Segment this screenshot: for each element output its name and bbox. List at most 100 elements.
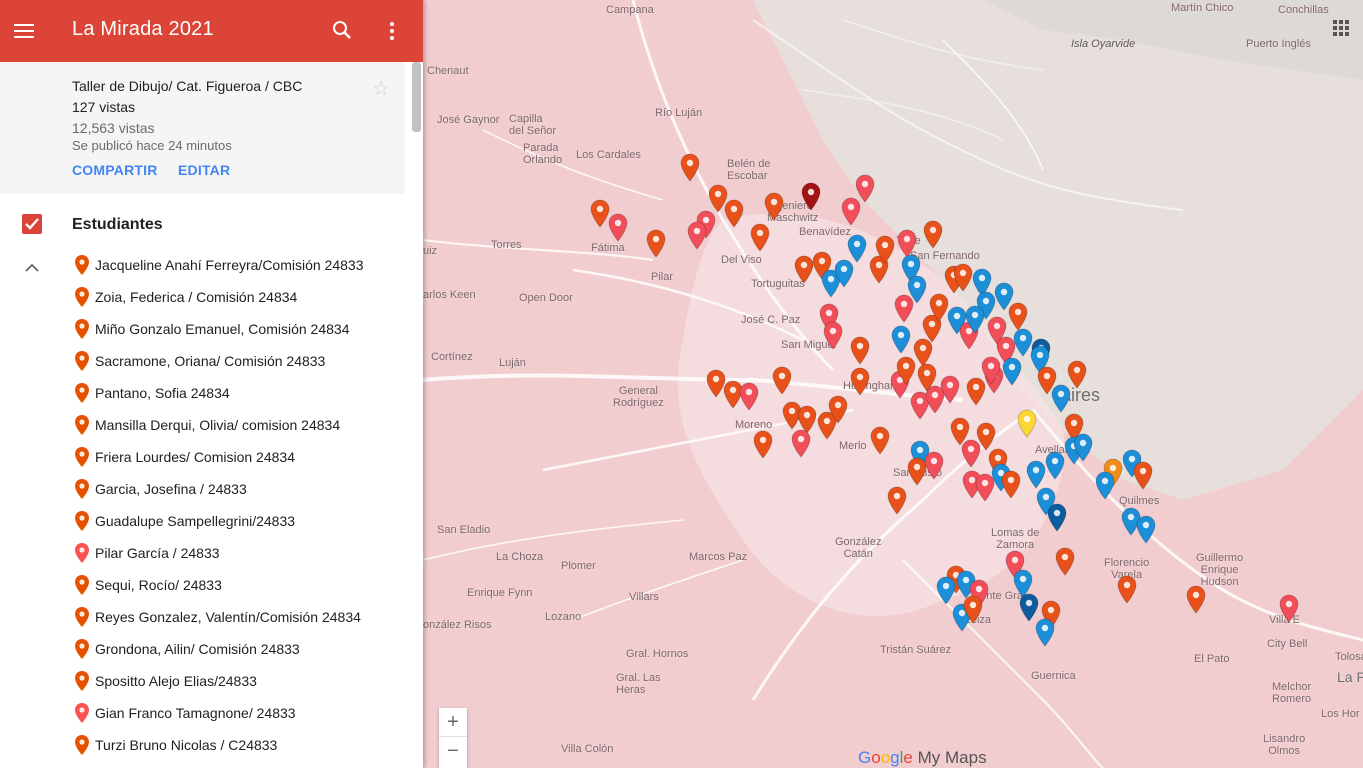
map-marker-icon[interactable]: [794, 255, 814, 284]
more-options-icon[interactable]: [388, 20, 396, 40]
map-marker-icon[interactable]: [1279, 594, 1299, 623]
map-marker-icon[interactable]: [1117, 575, 1137, 604]
list-item-label: Friera Lourdes/ Comision 24834: [95, 449, 295, 465]
map-marker-icon[interactable]: [953, 263, 973, 292]
map-marker-icon[interactable]: [791, 429, 811, 458]
map-marker-icon[interactable]: [891, 325, 911, 354]
map-marker-icon[interactable]: [801, 182, 821, 211]
map-marker-icon[interactable]: [739, 382, 759, 411]
map-marker-icon[interactable]: [850, 336, 870, 365]
google-my-maps-logo: Google My Maps: [858, 748, 987, 767]
list-item[interactable]: Pantano, Sofia 24834: [0, 377, 405, 409]
map-marker-icon[interactable]: [896, 356, 916, 385]
menu-icon[interactable]: [14, 21, 34, 41]
list-item-label: Mansilla Derqui, Olivia/ comision 24834: [95, 417, 341, 433]
map-marker-icon[interactable]: [753, 430, 773, 459]
list-item[interactable]: Pilar García / 24833: [0, 537, 405, 569]
list-item[interactable]: Turzi Bruno Nicolas / C24833: [0, 729, 405, 761]
search-icon[interactable]: [332, 20, 352, 40]
list-item[interactable]: Garcia, Josefina / 24833: [0, 473, 405, 505]
map-marker-icon[interactable]: [590, 199, 610, 228]
map-marker-icon[interactable]: [608, 213, 628, 242]
map-marker-icon[interactable]: [981, 356, 1001, 385]
map-marker-icon[interactable]: [855, 174, 875, 203]
map-marker-icon[interactable]: [828, 395, 848, 424]
map-marker-icon[interactable]: [1001, 470, 1021, 499]
map-marker-icon[interactable]: [1067, 360, 1087, 389]
map-marker-icon[interactable]: [936, 576, 956, 605]
map-marker-icon[interactable]: [1026, 460, 1046, 489]
list-item[interactable]: Guadalupe Sampellegrini/24833: [0, 505, 405, 537]
place-label: Open Door: [519, 292, 573, 304]
map-marker-icon[interactable]: [1045, 451, 1065, 480]
map-marker-icon[interactable]: [875, 235, 895, 264]
map-marker-icon[interactable]: [1073, 433, 1093, 462]
place-label: Cortínez: [431, 351, 473, 363]
map-marker-icon[interactable]: [1055, 547, 1075, 576]
map-marker-icon[interactable]: [850, 367, 870, 396]
map-marker-icon[interactable]: [870, 426, 890, 455]
map-marker-icon[interactable]: [680, 153, 700, 182]
place-label: City Bell: [1267, 638, 1308, 650]
map-canvas[interactable]: Campana Martín Chico Conchillas Isla Oya…: [423, 0, 1363, 768]
map-marker-icon[interactable]: [772, 366, 792, 395]
list-item-label: Sacramone, Oriana/ Comisión 24833: [95, 353, 326, 369]
map-marker-icon[interactable]: [929, 293, 949, 322]
map-marker-icon[interactable]: [925, 385, 945, 414]
map-marker-icon[interactable]: [924, 451, 944, 480]
apps-grid-icon[interactable]: [1333, 20, 1351, 38]
map-marker-icon[interactable]: [887, 486, 907, 515]
map-marker-icon[interactable]: [1047, 503, 1067, 532]
map-marker-icon[interactable]: [823, 321, 843, 350]
list-item[interactable]: Grondona, Ailin/ Comisión 24833: [0, 633, 405, 665]
map-marker-icon[interactable]: [961, 439, 981, 468]
list-item[interactable]: Friera Lourdes/ Comision 24834: [0, 441, 405, 473]
map-title[interactable]: La Mirada 2021: [72, 18, 214, 41]
place-label: La Choza: [496, 551, 544, 563]
map-pin-icon: [75, 319, 89, 339]
place-label: Campana: [606, 4, 654, 16]
list-item[interactable]: Sequi, Rocío/ 24833: [0, 569, 405, 601]
map-marker-icon[interactable]: [1002, 357, 1022, 386]
map-marker-icon[interactable]: [1035, 618, 1055, 647]
map-pin-icon: [75, 511, 89, 531]
map-marker-icon[interactable]: [894, 294, 914, 323]
map-marker-icon[interactable]: [1017, 409, 1037, 438]
map-marker-icon[interactable]: [646, 229, 666, 258]
map-marker-icon[interactable]: [834, 259, 854, 288]
layer-name[interactable]: Estudiantes: [72, 216, 163, 234]
list-item[interactable]: Jacqueline Anahí Ferreyra/Comisión 24833: [0, 249, 405, 281]
list-item[interactable]: Gian Franco Tamagnone/ 24833: [0, 697, 405, 729]
list-item[interactable]: Reyes Gonzalez, Valentín/Comisión 24834: [0, 601, 405, 633]
edit-button[interactable]: EDITAR: [178, 162, 230, 178]
scrollbar[interactable]: [412, 62, 421, 132]
map-marker-icon[interactable]: [724, 199, 744, 228]
star-icon[interactable]: ☆: [372, 76, 390, 101]
map-marker-icon[interactable]: [963, 595, 983, 624]
map-marker-icon[interactable]: [1136, 515, 1156, 544]
layer-views: 127 vistas: [72, 99, 136, 115]
place-label: Guernica: [1031, 670, 1076, 682]
map-pin-icon: [75, 575, 89, 595]
zoom-in-button[interactable]: +: [439, 708, 467, 737]
map-marker-icon[interactable]: [764, 192, 784, 221]
map-marker-icon[interactable]: [1095, 471, 1115, 500]
layer-checkbox[interactable]: [22, 214, 42, 234]
list-item[interactable]: Mansilla Derqui, Olivia/ comision 24834: [0, 409, 405, 441]
map-marker-icon[interactable]: [1133, 461, 1153, 490]
student-list: Jacqueline Anahí Ferreyra/Comisión 24833…: [0, 249, 405, 761]
map-marker-icon[interactable]: [1186, 585, 1206, 614]
list-item[interactable]: Zoia, Federica / Comisión 24834: [0, 281, 405, 313]
map-marker-icon[interactable]: [750, 223, 770, 252]
map-marker-icon[interactable]: [687, 221, 707, 250]
share-button[interactable]: COMPARTIR: [72, 162, 158, 178]
map-marker-icon[interactable]: [923, 220, 943, 249]
list-item[interactable]: Sacramone, Oriana/ Comisión 24833: [0, 345, 405, 377]
zoom-out-button[interactable]: −: [439, 737, 467, 765]
list-item-label: Gian Franco Tamagnone/ 24833: [95, 705, 296, 721]
list-item[interactable]: Spositto Alejo Elias/24833: [0, 665, 405, 697]
map-marker-icon[interactable]: [994, 282, 1014, 311]
map-marker-icon[interactable]: [1037, 366, 1057, 395]
list-item[interactable]: Miño Gonzalo Emanuel, Comisión 24834: [0, 313, 405, 345]
map-marker-icon[interactable]: [965, 305, 985, 334]
